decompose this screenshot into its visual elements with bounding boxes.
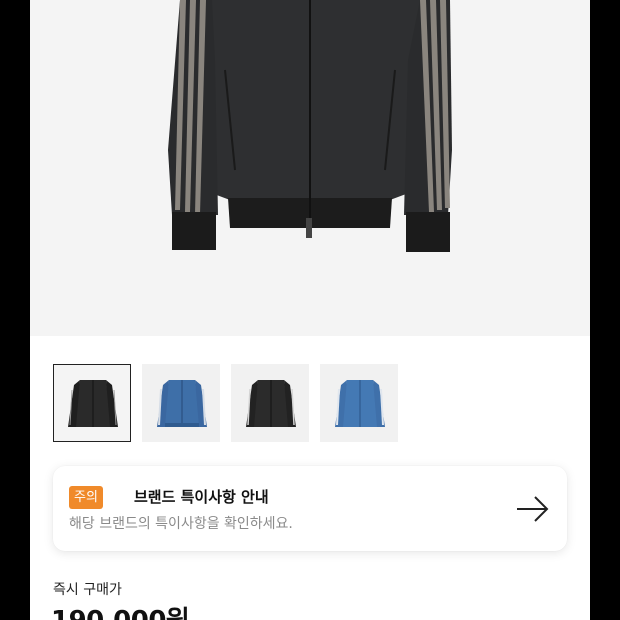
product-page: 주의 브랜드 특이사항 안내 해당 브랜드의 특이사항을 확인하세요. 즉시 구… xyxy=(30,0,590,620)
instant-buy-price: 190,000원 xyxy=(51,600,190,620)
thumb-black-jacket[interactable] xyxy=(231,364,309,442)
arrow-right-icon[interactable] xyxy=(515,494,551,524)
product-main-image[interactable] xyxy=(30,0,590,336)
notice-title: 브랜드 특이사항 안내 xyxy=(134,488,269,506)
thumb-blue-jacket-2[interactable] xyxy=(320,364,398,442)
jacket-image xyxy=(168,0,452,252)
warning-badge: 주의 xyxy=(69,486,103,509)
instant-buy-price-label: 즉시 구매가 xyxy=(53,582,122,598)
thumb-blue-jacket-1[interactable] xyxy=(142,364,220,442)
notice-subtitle: 해당 브랜드의 특이사항을 확인하세요. xyxy=(69,516,293,532)
brand-notice-card[interactable]: 주의 브랜드 특이사항 안내 해당 브랜드의 특이사항을 확인하세요. xyxy=(53,466,567,551)
thumb-black-denim-jacket[interactable] xyxy=(53,364,131,442)
